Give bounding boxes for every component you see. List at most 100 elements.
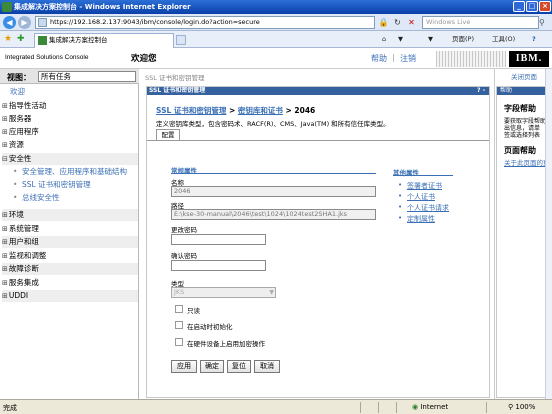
nav-item-servers[interactable]: 服务器 (2, 113, 138, 125)
nav-item-applications[interactable]: 应用程序 (2, 126, 138, 138)
name-field[interactable]: 2046 (171, 186, 376, 197)
nav-item-security[interactable]: 安全性 (2, 153, 138, 165)
nav-item-uddi[interactable]: UDDI (2, 290, 138, 302)
status-bar: 完成 ◉ Internet ⚲ 100% (0, 399, 552, 414)
page-breadcrumb: SSL 证书和密钥管理 (145, 74, 205, 82)
status-divider (360, 402, 361, 413)
zoom-text: 100% (515, 403, 536, 411)
hardware-crypto-checkbox[interactable] (175, 338, 183, 346)
refresh-icon[interactable]: ↻ (392, 17, 403, 28)
tab-bar: ★ ✚ 集成解决方案控制台 ⌂ ▼ ▼ 页面(P) 工具(O) ? (0, 31, 552, 48)
path-field[interactable]: E:\kse-30-manual\2046\test\1024\1024test… (171, 209, 376, 220)
help-pane: 关闭页面 帮助 字段帮助 要获取字段帮助 出信息，请单 签或选择列表 页面帮助 … (494, 69, 552, 399)
personal-certificates-link[interactable]: 个人证书 (398, 192, 435, 202)
help-icon[interactable]: ? (532, 34, 536, 45)
app-icon (2, 2, 12, 12)
page-menu[interactable]: 页面(P) (452, 34, 474, 45)
nav-item-welcome[interactable]: 欢迎 (2, 86, 138, 98)
minimize-button[interactable]: _ (513, 1, 525, 12)
nav-item-environment[interactable]: 环境 (2, 209, 138, 221)
nav-item-resources[interactable]: 资源 (2, 139, 138, 151)
vertical-scrollbar[interactable] (545, 69, 552, 399)
new-tab-button[interactable] (176, 35, 186, 45)
content-panel: SSL 证书和密钥管理 ? - SSL 证书和密钥管理 > 密钥库和证书 > 2… (146, 86, 490, 398)
nav-sub-secure-admin[interactable]: 安全管理、应用程序和基础结构 (13, 166, 127, 178)
confirm-password-field[interactable] (171, 260, 266, 271)
status-divider (486, 402, 487, 413)
nav-item-troubleshooting[interactable]: 故障诊断 (2, 263, 138, 275)
print-icon[interactable]: ▼ (428, 34, 433, 45)
main-content: SSL 证书和密钥管理 SSL 证书和密钥管理 ? - SSL 证书和密钥管理 … (140, 69, 493, 399)
cancel-button[interactable]: 取消 (254, 360, 280, 373)
zoom-level[interactable]: ⚲ 100% (508, 403, 535, 411)
ok-button[interactable]: 确定 (200, 360, 224, 373)
change-password-field[interactable] (171, 234, 266, 245)
back-icon[interactable]: ◀ (3, 16, 16, 29)
maximize-button[interactable]: □ (526, 1, 538, 12)
nav-item-label: 监视和调整 (8, 251, 47, 260)
help-link[interactable]: 帮助 (371, 53, 387, 64)
add-favorite-icon[interactable]: ✚ (17, 34, 25, 45)
breadcrumb-current: 2046 (294, 106, 316, 115)
apply-button[interactable]: 应用 (171, 360, 197, 373)
logout-link[interactable]: 注销 (400, 53, 416, 64)
lock-icon[interactable]: 🔒 (378, 17, 389, 28)
nav-item-label: 系统管理 (8, 224, 39, 233)
view-select[interactable]: 所有任务 (38, 71, 136, 82)
nav-item-guided-activities[interactable]: 指导性活动 (2, 100, 138, 112)
personal-cert-requests-link[interactable]: 个人证书请求 (398, 203, 449, 213)
stop-icon[interactable]: ✕ (406, 17, 417, 28)
type-select[interactable]: JKS ▼ (171, 287, 276, 298)
nav-item-label: 环境 (8, 210, 24, 219)
field-help-title: 字段帮助 (504, 104, 536, 113)
hardware-crypto-label: 在硬件设备上启用加密操作 (187, 340, 265, 348)
nav-item-label: 欢迎 (10, 87, 25, 96)
nav-item-label: 安全性 (8, 154, 32, 163)
help-box: 帮助 字段帮助 要获取字段帮助 出信息，请单 签或选择列表 页面帮助 关于此页面… (496, 86, 552, 398)
search-icon[interactable]: ⚲ (539, 17, 550, 28)
init-at-startup-checkbox[interactable] (175, 321, 183, 329)
tab-title: 集成解决方案控制台 (49, 36, 108, 44)
nav-item-system-admin[interactable]: 系统管理 (2, 223, 138, 235)
nav-sub-bus-security[interactable]: 总线安全性 (13, 192, 59, 204)
nav-item-users-groups[interactable]: 用户和组 (2, 236, 138, 248)
favorites-star-icon[interactable]: ★ (4, 34, 12, 45)
tools-menu[interactable]: 工具(O) (492, 34, 515, 45)
tab-divider (147, 140, 489, 141)
nav-item-label: 指导性活动 (8, 101, 47, 110)
close-page-link[interactable]: 关闭页面 (511, 71, 537, 81)
header-separator: | (392, 53, 395, 62)
nav-item-monitoring[interactable]: 监视和调整 (2, 250, 138, 262)
close-button[interactable]: × (539, 1, 551, 12)
view-label: 视图： (7, 73, 31, 82)
forward-icon[interactable]: ▶ (18, 16, 31, 29)
search-input[interactable]: Windows Live (422, 16, 539, 29)
help-box-title: 帮助 (497, 87, 552, 95)
browser-tab[interactable]: 集成解决方案控制台 (34, 33, 174, 48)
signer-certificates-link[interactable]: 签署者证书 (398, 181, 442, 191)
home-icon[interactable]: ⌂ (382, 34, 386, 45)
nav-item-label: 资源 (8, 140, 24, 149)
nav-item-service-integration[interactable]: 服务集成 (2, 277, 138, 289)
nav-sub-ssl-cert[interactable]: SSL 证书和密钥管理 (13, 179, 91, 191)
panel-controls[interactable]: ? - (477, 87, 485, 95)
breadcrumb-ssl-link[interactable]: SSL 证书和密钥管理 (156, 106, 226, 115)
feeds-icon[interactable]: ▼ (398, 34, 403, 45)
section-divider (393, 175, 453, 176)
view-bar: 视图： 所有任务 (0, 69, 139, 84)
type-select-value: JKS (174, 288, 185, 296)
breadcrumb-keystores-link[interactable]: 密钥库和证书 (238, 106, 283, 115)
readonly-checkbox[interactable] (175, 305, 183, 313)
url-text: https://192.168.2.137:9043/ibm/console/l… (50, 18, 260, 26)
section-divider (171, 173, 376, 174)
window-titlebar: 集成解决方案控制台 - Windows Internet Explorer _ … (0, 0, 552, 14)
readonly-label: 只读 (187, 307, 200, 315)
url-input[interactable]: https://192.168.2.137:9043/ibm/console/l… (35, 16, 375, 29)
reset-button[interactable]: 复位 (227, 360, 251, 373)
console-header: Integrated Solutions Console 欢迎您 帮助 | 注销… (0, 48, 552, 69)
navigation-tree: 视图： 所有任务 欢迎 指导性活动 服务器 应用程序 资源 安全性 安全管理、应… (0, 69, 139, 399)
breadcrumb-separator: > (226, 106, 238, 115)
custom-properties-link[interactable]: 定制属性 (398, 214, 435, 224)
page-help-title: 页面帮助 (504, 146, 536, 155)
panel-title: SSL 证书和密钥管理 ? - (147, 87, 489, 95)
